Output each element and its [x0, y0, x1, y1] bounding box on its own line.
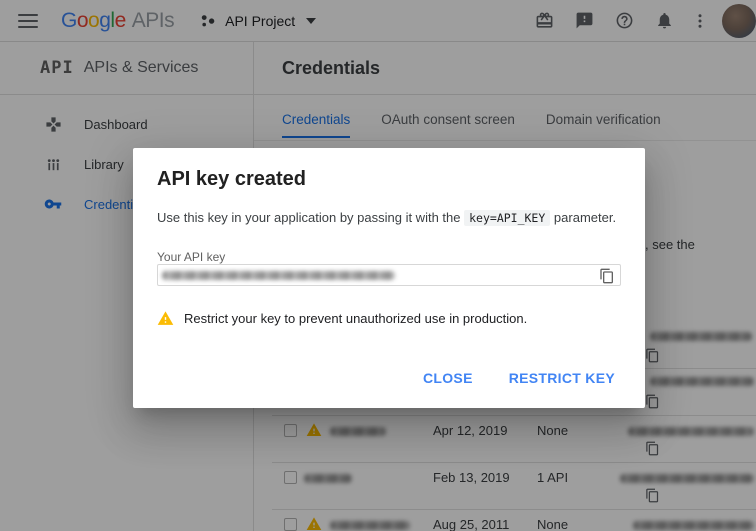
api-key-parameter-code: key=API_KEY: [464, 210, 550, 226]
app-window: Google APIs API Project: [0, 0, 756, 531]
dialog-body-text: Use this key in your application by pass…: [157, 210, 616, 225]
api-key-created-dialog: API key created Use this key in your app…: [133, 148, 645, 408]
warning-icon: [157, 310, 174, 327]
copy-icon[interactable]: [599, 268, 615, 289]
restriction-warning: Restrict your key to prevent unauthorize…: [157, 310, 527, 327]
dialog-actions: CLOSE RESTRICT KEY: [415, 364, 623, 392]
redacted-api-key-value: [162, 271, 395, 280]
api-key-field[interactable]: [157, 264, 621, 286]
dialog-title: API key created: [157, 168, 306, 191]
warning-text: Restrict your key to prevent unauthorize…: [184, 311, 527, 326]
body-suffix: parameter.: [554, 210, 616, 225]
api-key-field-label: Your API key: [157, 250, 225, 264]
body-prefix: Use this key in your application by pass…: [157, 210, 461, 225]
restrict-key-button[interactable]: RESTRICT KEY: [501, 364, 623, 392]
close-button[interactable]: CLOSE: [415, 364, 481, 392]
